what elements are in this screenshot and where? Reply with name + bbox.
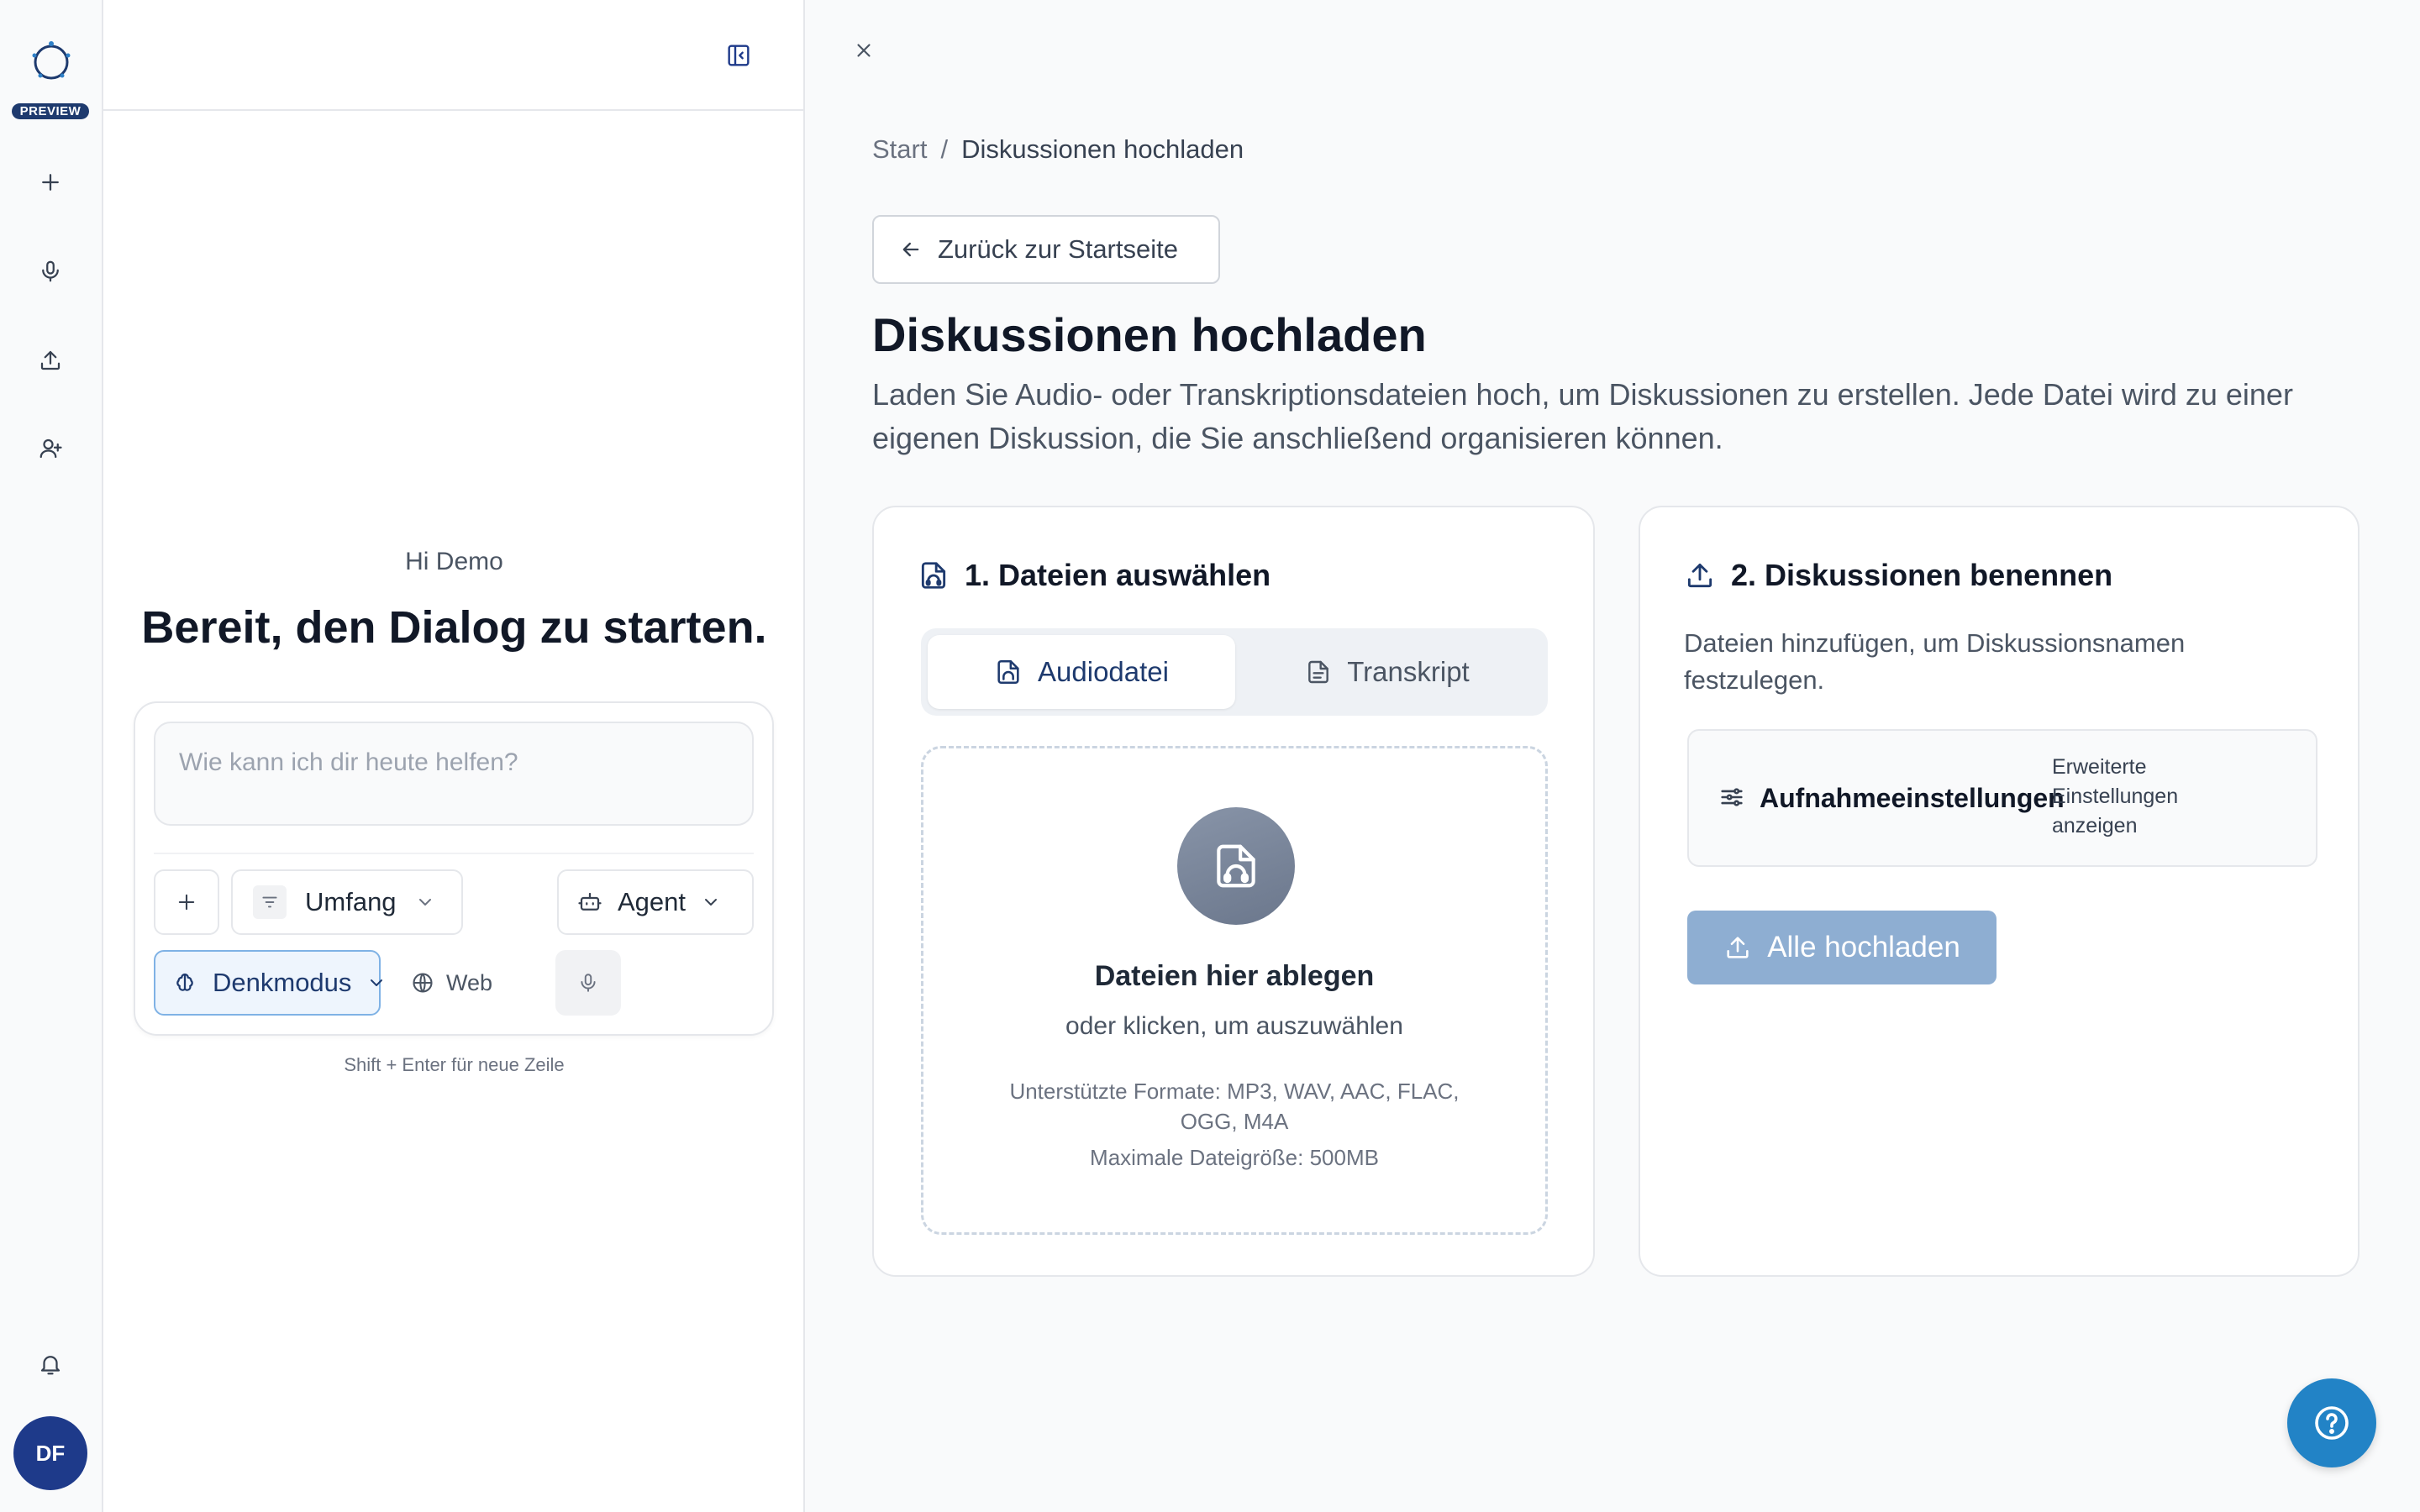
scope-label: Umfang: [305, 887, 397, 916]
chat-composer: Wie kann ich dir heute helfen? Umfang Ag…: [134, 701, 774, 1036]
record-button[interactable]: [30, 251, 71, 291]
sliders-icon: [1718, 783, 1746, 811]
recording-settings-row[interactable]: Aufnahmeeinstellungen Erweiterte Einstel…: [1687, 729, 2317, 867]
left-rail: PREVIEW DF: [0, 0, 103, 1512]
tab-audio-label: Audiodatei: [1038, 656, 1169, 687]
breadcrumb: Start / Diskussionen hochladen: [872, 134, 1244, 165]
audio-file-icon: [918, 559, 950, 591]
chat-input[interactable]: Wie kann ich dir heute helfen?: [154, 722, 754, 826]
panel-collapse-icon: [725, 42, 752, 69]
advanced-settings-link[interactable]: Erweiterte Einstellungen anzeigen: [2052, 753, 2220, 841]
chevron-down-icon: [701, 892, 721, 912]
user-plus-icon: [38, 436, 63, 461]
think-mode-label: Denkmodus: [213, 968, 352, 997]
audio-file-icon: [994, 658, 1023, 686]
newline-hint: Shift + Enter für neue Zeile: [344, 1054, 565, 1075]
tab-transcript[interactable]: Transkript: [1234, 635, 1541, 709]
close-button[interactable]: [849, 35, 879, 66]
breadcrumb-home[interactable]: Start: [872, 134, 927, 165]
filter-icon: [253, 885, 287, 919]
microphone-icon: [38, 259, 63, 284]
globe-icon: [411, 971, 434, 995]
chat-header: [103, 0, 805, 111]
new-chat-button[interactable]: [30, 162, 71, 202]
greeting-title: Bereit, den Dialog zu starten.: [141, 602, 767, 653]
step2-title: 2. Diskussionen benennen: [1684, 558, 2112, 593]
step1-title-text: 1. Dateien auswählen: [965, 558, 1271, 592]
step1-title: 1. Dateien auswählen: [918, 558, 1270, 593]
upload-icon: [1723, 933, 1752, 962]
breadcrumb-current: Diskussionen hochladen: [961, 134, 1244, 164]
app-logo-icon[interactable]: [24, 37, 79, 84]
bell-icon: [38, 1352, 63, 1377]
page-title: Diskussionen hochladen: [872, 308, 1427, 361]
name-discussions-card: 2. Diskussionen benennen Dateien hinzufü…: [1639, 506, 2360, 1277]
recording-settings-label: Aufnahmeeinstellungen: [1760, 783, 2065, 813]
file-dropzone[interactable]: Dateien hier ablegen oder klicken, um au…: [921, 746, 1548, 1235]
upload-nav-button[interactable]: [30, 340, 71, 381]
composer-divider: [154, 853, 754, 854]
invite-user-button[interactable]: [30, 428, 71, 469]
back-to-home-button[interactable]: Zurück zur Startseite: [872, 215, 1220, 284]
upload-icon: [38, 348, 63, 373]
max-file-size: Maximale Dateigröße: 500MB: [1090, 1145, 1379, 1170]
dropzone-title: Dateien hier ablegen: [1094, 960, 1375, 992]
back-label: Zurück zur Startseite: [938, 234, 1178, 264]
preview-badge: PREVIEW: [12, 103, 89, 119]
think-mode-toggle[interactable]: Denkmodus: [154, 950, 383, 1016]
audio-file-icon: [1210, 840, 1262, 892]
supported-formats: Unterstützte Formate: MP3, WAV, AAC, FLA…: [1009, 1079, 1460, 1134]
attach-button[interactable]: [154, 869, 219, 935]
agent-dropdown[interactable]: Agent: [557, 869, 754, 935]
help-button[interactable]: [2287, 1378, 2376, 1467]
upload-all-label: Alle hochladen: [1767, 931, 1960, 963]
plus-icon: [38, 170, 63, 195]
step2-title-text: 2. Diskussionen benennen: [1731, 558, 2113, 592]
chevron-down-icon: [366, 973, 387, 993]
close-icon: [853, 39, 875, 61]
brain-icon: [172, 970, 197, 995]
help-circle-icon: [2312, 1403, 2352, 1443]
arrow-left-icon: [899, 238, 923, 261]
dropzone-subtitle: oder klicken, um auszuwählen: [1065, 1012, 1403, 1040]
breadcrumb-separator: /: [940, 134, 949, 164]
chat-panel: Hi Demo Bereit, den Dialog zu starten. W…: [103, 0, 805, 1512]
avatar[interactable]: DF: [13, 1416, 87, 1490]
page-description: Laden Sie Audio- oder Transkriptionsdate…: [872, 377, 2293, 455]
notifications-button[interactable]: [30, 1344, 71, 1384]
agent-label: Agent: [618, 887, 687, 916]
greeting-small: Hi Demo: [405, 548, 503, 575]
web-label: Web: [446, 969, 493, 995]
tab-audio[interactable]: Audiodatei: [928, 635, 1235, 709]
plus-icon: [175, 890, 198, 914]
collapse-panel-button[interactable]: [722, 39, 755, 72]
step2-description: Dateien hinzufügen, um Diskussionsnamen …: [1684, 628, 2186, 695]
scope-dropdown[interactable]: Umfang: [231, 869, 463, 935]
select-files-card: 1. Dateien auswählen Audiodatei Transkri…: [872, 506, 1595, 1277]
web-search-toggle[interactable]: Web: [396, 950, 500, 1016]
voice-input-button[interactable]: [555, 950, 621, 1016]
dropzone-icon-circle: [1177, 807, 1295, 925]
robot-icon: [577, 890, 602, 915]
microphone-icon: [577, 972, 599, 994]
upload-icon: [1684, 559, 1716, 591]
tab-transcript-label: Transkript: [1347, 656, 1470, 687]
upload-all-button[interactable]: Alle hochladen: [1687, 911, 1996, 984]
chevron-down-icon: [415, 892, 435, 912]
file-type-tabs: Audiodatei Transkript: [921, 628, 1548, 716]
document-icon: [1305, 659, 1332, 685]
